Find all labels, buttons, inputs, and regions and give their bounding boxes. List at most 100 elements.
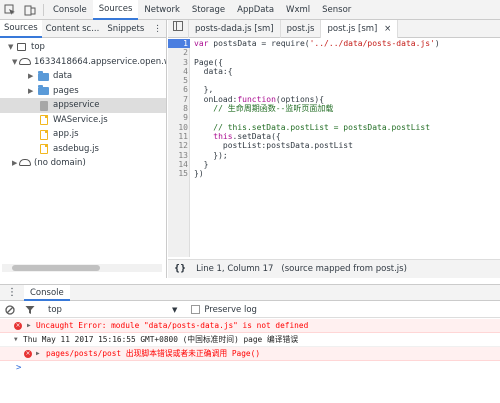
preserve-log-label: Preserve log bbox=[204, 304, 257, 315]
code-line: 11 this.setData({ bbox=[178, 131, 281, 141]
pretty-print-button[interactable]: {} bbox=[174, 264, 186, 274]
code-line: 1 var postsData = require('../../data/pos… bbox=[168, 39, 500, 49]
tab-sources-nav[interactable]: Sources bbox=[0, 19, 42, 38]
tree-label: data bbox=[53, 71, 73, 81]
chevron-down-icon[interactable]: ▼ bbox=[172, 306, 177, 314]
tab-appdata[interactable]: AppData bbox=[231, 0, 280, 20]
drawer-menu-icon[interactable]: ⋮ bbox=[0, 287, 24, 298]
file-icon bbox=[40, 100, 48, 111]
tab-wxml[interactable]: Wxml bbox=[280, 0, 316, 20]
tree-label: asdebug.js bbox=[53, 143, 99, 154]
tab-sources[interactable]: Sources bbox=[92, 0, 139, 20]
error-text: pages/posts/post 出现脚本错误或者未正确调用 Page() bbox=[46, 349, 261, 358]
tab-posts-dada-js-sm[interactable]: posts-dada.js [sm] bbox=[189, 19, 281, 38]
console-prompt-line[interactable]: > bbox=[0, 361, 500, 375]
editor-tabs: posts-dada.js [sm] post.js post.js [sm] … bbox=[168, 19, 500, 38]
context-selector[interactable]: top bbox=[48, 305, 62, 315]
log-text: Thu May 11 2017 15:16:55 GMT+0800 (中国标准时… bbox=[23, 335, 299, 344]
code-line: 3 Page({ bbox=[183, 57, 223, 67]
preserve-log-checkbox[interactable] bbox=[191, 305, 201, 314]
tree-item-asdebug[interactable]: asdebug.js bbox=[0, 142, 166, 157]
code-line: 8 // 生命周期函数--监听页面加载 bbox=[183, 104, 334, 114]
code-line: 7 onLoad:function(options){ bbox=[183, 94, 325, 104]
more-menu-icon[interactable]: ⋮ bbox=[148, 20, 167, 38]
expand-triangle-icon[interactable]: ▼ bbox=[12, 55, 17, 70]
console-error-message: × ▶ pages/posts/post 出现脚本错误或者未正确调用 Page(… bbox=[0, 347, 500, 361]
code-line: 4 data:{ bbox=[183, 66, 233, 76]
toggle-navigator-icon[interactable] bbox=[168, 19, 189, 38]
tree-label: WAService.js bbox=[53, 114, 108, 125]
collapse-triangle-icon[interactable]: ▶ bbox=[28, 69, 33, 84]
collapse-triangle-icon[interactable]: ▶ bbox=[12, 156, 17, 171]
tree-label: pages bbox=[53, 85, 79, 96]
cursor-position: Line 1, Column 17 bbox=[196, 264, 274, 274]
console-messages: × ▶ Uncaught Error: module "data/posts-d… bbox=[0, 319, 500, 375]
drawer-tabs: ⋮ Console bbox=[0, 284, 500, 301]
tree-item-top[interactable]: ▼ top bbox=[0, 40, 166, 55]
console-log-message: ▼ Thu May 11 2017 15:16:55 GMT+0800 (中国标… bbox=[0, 333, 500, 347]
folder-icon bbox=[38, 85, 49, 95]
tab-post-js[interactable]: post.js bbox=[281, 19, 322, 38]
code-line: 12 postList:postsData.postList bbox=[178, 141, 353, 151]
frame-icon bbox=[17, 43, 26, 51]
js-file-icon bbox=[40, 144, 48, 154]
expand-triangle-icon[interactable]: ▼ bbox=[14, 333, 18, 347]
prompt-chevron-icon: > bbox=[16, 363, 22, 373]
scrollbar-thumb[interactable] bbox=[12, 265, 100, 271]
tab-snippets[interactable]: Snippets bbox=[103, 20, 148, 38]
tab-content-scripts[interactable]: Content sc... bbox=[42, 20, 104, 38]
close-icon[interactable]: × bbox=[384, 24, 391, 34]
error-text: Uncaught Error: module "data/posts-data.… bbox=[36, 321, 309, 330]
cloud-icon bbox=[19, 159, 31, 166]
tab-post-js-sm[interactable]: post.js [sm] × bbox=[321, 19, 399, 38]
tab-console[interactable]: Console bbox=[47, 0, 93, 20]
tree-item-appservice[interactable]: appservice bbox=[0, 98, 166, 113]
tree-item-no-domain[interactable]: ▶ (no domain) bbox=[0, 156, 166, 171]
folder-icon bbox=[38, 70, 49, 81]
tree-label: app.js bbox=[53, 129, 79, 139]
code-line: 13 }); bbox=[178, 150, 228, 160]
error-icon: × bbox=[24, 350, 32, 358]
expand-triangle-icon[interactable]: ▼ bbox=[8, 40, 13, 55]
horizontal-scrollbar[interactable] bbox=[2, 264, 162, 272]
code-line: 2 bbox=[183, 48, 188, 58]
tree-item-domain[interactable]: ▼ 1633418664.appservice.open.weixin bbox=[0, 55, 166, 70]
tab-storage[interactable]: Storage bbox=[186, 0, 231, 20]
tree-item-waservice[interactable]: WAService.js bbox=[0, 113, 166, 128]
code-line: 14 } bbox=[178, 159, 209, 169]
clear-console-icon[interactable] bbox=[0, 300, 20, 320]
js-file-icon bbox=[40, 115, 48, 125]
tree-item-app-js[interactable]: app.js bbox=[0, 127, 166, 142]
navigator-tabs: Sources Content sc... Snippets ⋮ bbox=[0, 19, 167, 38]
expand-triangle-icon[interactable]: ▶ bbox=[27, 319, 31, 333]
code-line: 9 bbox=[183, 113, 188, 123]
code-line: 5 bbox=[183, 76, 188, 86]
sources-navigator: Sources Content sc... Snippets ⋮ ▼ top ▼… bbox=[0, 19, 167, 278]
device-toggle-icon[interactable] bbox=[20, 0, 40, 20]
cloud-icon bbox=[19, 57, 31, 65]
divider bbox=[43, 3, 44, 16]
collapse-triangle-icon[interactable]: ▶ bbox=[28, 84, 33, 99]
code-content[interactable]: 1 var postsData = require('../../data/pos… bbox=[168, 39, 500, 178]
code-line: 6 }, bbox=[183, 85, 214, 95]
console-toolbar: top ▼ Preserve log bbox=[0, 302, 500, 318]
inspect-cursor-icon[interactable] bbox=[0, 0, 20, 20]
tab-sensor[interactable]: Sensor bbox=[316, 0, 357, 20]
tree-item-data[interactable]: ▶ data bbox=[0, 69, 166, 84]
expand-triangle-icon[interactable]: ▶ bbox=[36, 347, 40, 361]
tree-label: top bbox=[31, 42, 45, 52]
error-icon: × bbox=[14, 322, 22, 330]
file-tree: ▼ top ▼ 1633418664.appservice.open.weixi… bbox=[0, 38, 166, 171]
tab-drawer-console[interactable]: Console bbox=[24, 284, 70, 301]
console-error-message: × ▶ Uncaught Error: module "data/posts-d… bbox=[0, 319, 500, 333]
editor-status-bar: {} Line 1, Column 17 (source mapped from… bbox=[168, 259, 500, 278]
js-file-icon bbox=[40, 129, 48, 140]
tab-label: post.js [sm] bbox=[327, 23, 378, 34]
filter-icon[interactable] bbox=[20, 300, 40, 320]
tab-network[interactable]: Network bbox=[138, 0, 186, 20]
code-editor: posts-dada.js [sm] post.js post.js [sm] … bbox=[168, 19, 500, 258]
devtools-main-tabs: Console Sources Network Storage AppData … bbox=[0, 0, 500, 20]
tree-item-pages[interactable]: ▶ pages bbox=[0, 84, 166, 99]
source-map-info[interactable]: (source mapped from post.js) bbox=[281, 264, 407, 274]
tree-label: appservice bbox=[53, 100, 100, 110]
